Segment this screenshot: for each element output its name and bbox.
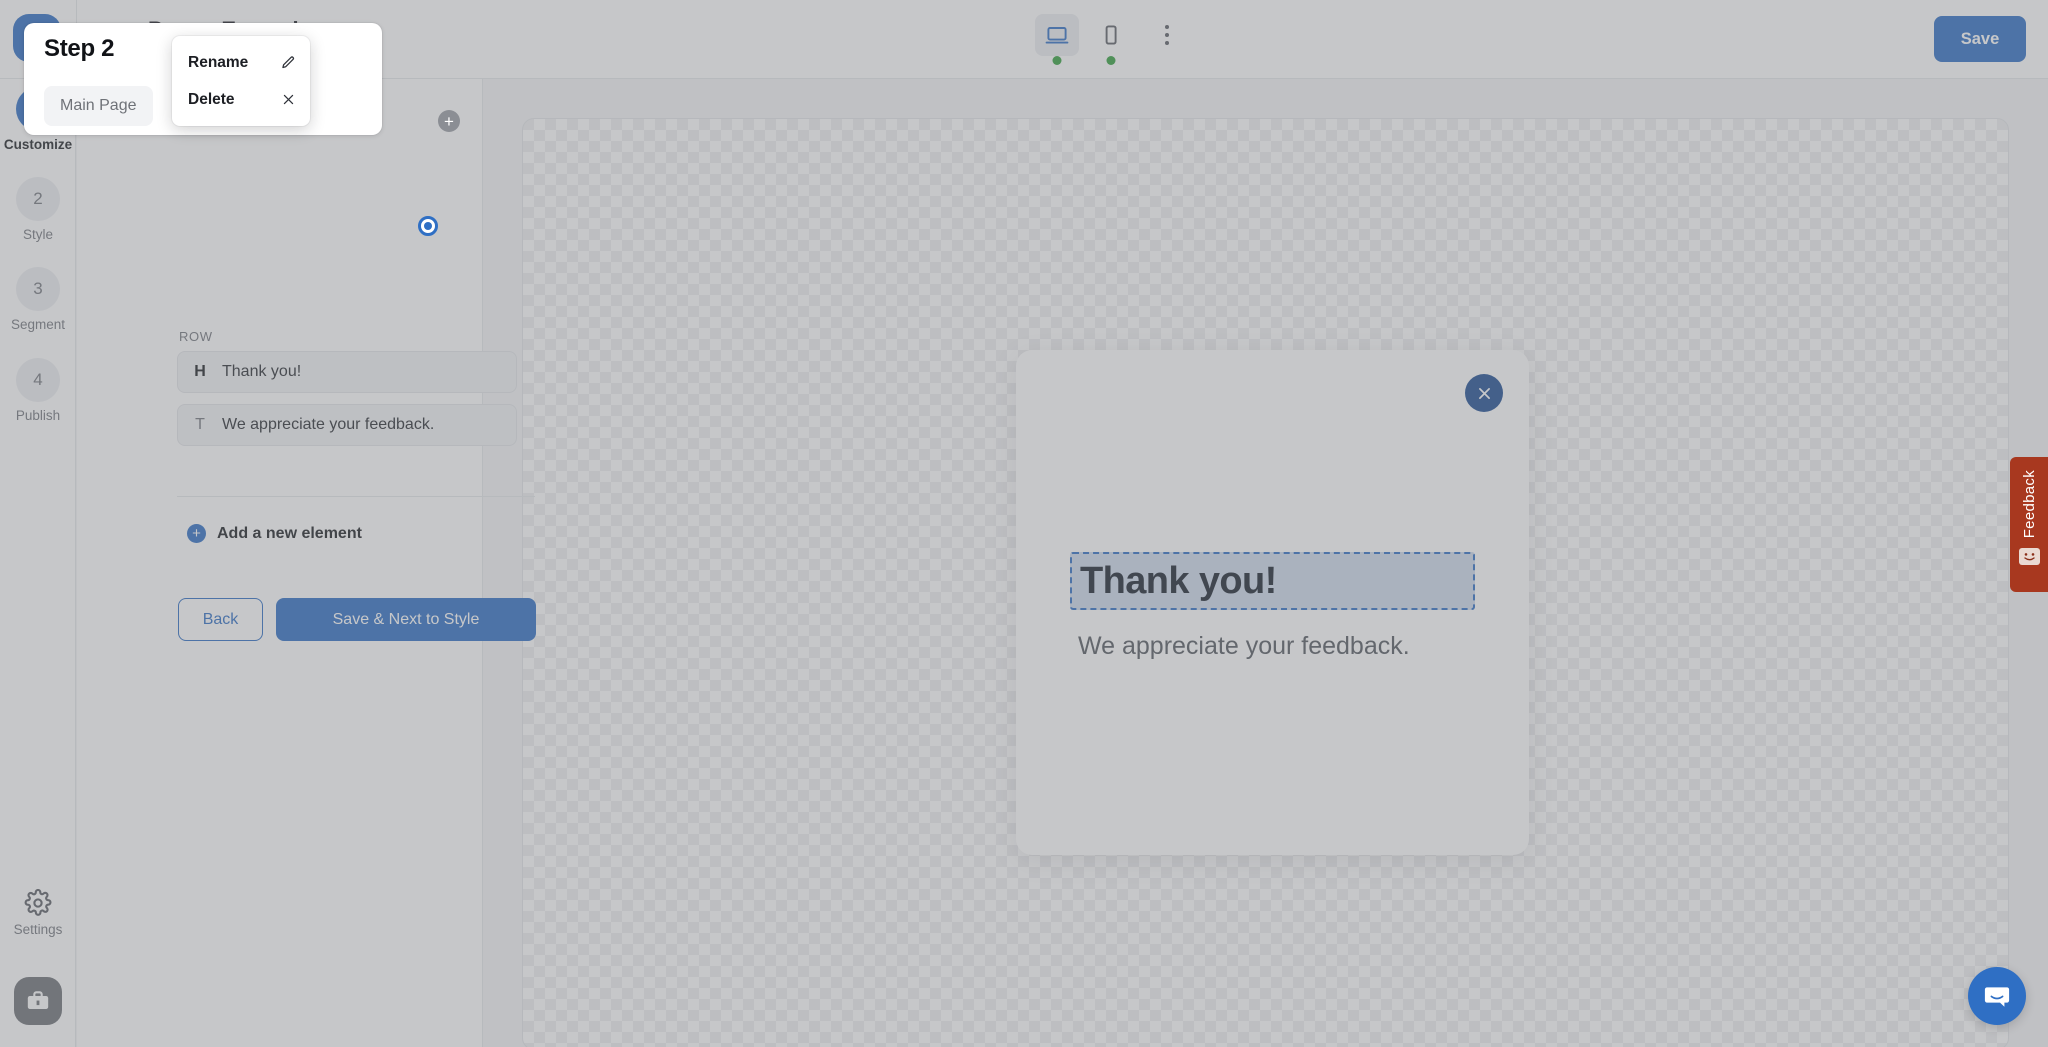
topbar-more-menu-button[interactable] bbox=[1147, 14, 1187, 56]
element-row-text[interactable]: T We appreciate your feedback. bbox=[177, 404, 517, 446]
popup-subtext-element[interactable]: We appreciate your feedback. bbox=[1078, 632, 1410, 661]
element-label: Thank you! bbox=[222, 363, 301, 381]
rail-step-number: 4 bbox=[16, 358, 60, 402]
element-label: We appreciate your feedback. bbox=[222, 416, 434, 434]
rail-step-style[interactable]: 2 Style bbox=[0, 177, 76, 242]
element-row-heading[interactable]: H Thank you! bbox=[177, 351, 517, 393]
device-desktop-button[interactable] bbox=[1035, 14, 1079, 56]
desktop-status-dot bbox=[1053, 56, 1062, 65]
pencil-icon bbox=[280, 55, 296, 71]
back-button[interactable]: Back bbox=[178, 598, 263, 641]
page-chip[interactable]: Main Page bbox=[44, 86, 153, 126]
feedback-tab[interactable]: Feedback bbox=[2010, 457, 2048, 592]
popup-close-button[interactable] bbox=[1465, 374, 1503, 412]
rail-step-number: 2 bbox=[16, 177, 60, 221]
add-step-button[interactable]: + bbox=[438, 110, 460, 132]
add-new-element-button[interactable]: + Add a new element bbox=[187, 524, 362, 543]
smiley-face-icon bbox=[2019, 548, 2040, 565]
close-x-icon bbox=[281, 92, 296, 107]
popup-heading-text: Thank you! bbox=[1080, 560, 1277, 603]
chat-launcher-button[interactable] bbox=[1968, 967, 2026, 1025]
menu-item-delete[interactable]: Delete bbox=[172, 81, 310, 118]
preview-canvas: Thank you! We appreciate your feedback. bbox=[483, 79, 2048, 1047]
canvas-frame: Thank you! We appreciate your feedback. bbox=[522, 118, 2009, 1047]
radio-selected-icon[interactable] bbox=[418, 216, 438, 236]
gear-icon bbox=[24, 889, 52, 917]
step-context-menu: Rename Delete bbox=[172, 36, 310, 126]
step-rail: 1 Customize 2 Style 3 Segment 4 Publish … bbox=[0, 79, 76, 1047]
step-title: Step 2 bbox=[44, 35, 114, 63]
rail-step-number: 3 bbox=[16, 267, 60, 311]
chat-bubble-icon bbox=[1982, 981, 2012, 1011]
rail-step-label: Segment bbox=[11, 317, 65, 332]
feedback-label: Feedback bbox=[2021, 470, 2038, 538]
popup-heading-element[interactable]: Thank you! bbox=[1070, 552, 1475, 610]
briefcase-button[interactable] bbox=[14, 977, 62, 1025]
mobile-status-dot bbox=[1107, 56, 1116, 65]
menu-item-label: Rename bbox=[188, 54, 248, 72]
rail-step-label: Style bbox=[23, 227, 53, 242]
desktop-icon bbox=[1045, 23, 1069, 47]
briefcase-icon bbox=[25, 988, 51, 1014]
add-new-element-label: Add a new element bbox=[217, 525, 362, 543]
kebab-menu-icon bbox=[1165, 41, 1169, 45]
rail-step-label: Publish bbox=[16, 408, 60, 423]
sidebar-divider bbox=[177, 496, 535, 497]
element-type-icon: H bbox=[178, 363, 222, 381]
row-section-label: ROW bbox=[179, 329, 213, 344]
element-type-icon: T bbox=[178, 416, 222, 434]
menu-item-label: Delete bbox=[188, 91, 235, 109]
plus-circle-icon: + bbox=[187, 524, 206, 543]
kebab-menu-icon bbox=[1165, 25, 1169, 29]
rail-step-segment[interactable]: 3 Segment bbox=[0, 267, 76, 332]
settings-button[interactable]: Settings bbox=[0, 889, 76, 937]
save-and-next-button[interactable]: Save & Next to Style bbox=[276, 598, 536, 641]
rail-step-publish[interactable]: 4 Publish bbox=[0, 358, 76, 423]
rail-step-label: Customize bbox=[4, 137, 72, 152]
kebab-menu-icon bbox=[1165, 33, 1169, 37]
device-mobile-button[interactable] bbox=[1089, 14, 1133, 56]
mobile-icon bbox=[1099, 23, 1123, 47]
settings-label: Settings bbox=[14, 922, 63, 937]
save-button[interactable]: Save bbox=[1934, 16, 2026, 62]
app-root: Popup Example demopopupsmart.netlify.app bbox=[0, 0, 2048, 1047]
popup-preview: Thank you! We appreciate your feedback. bbox=[1016, 350, 1529, 855]
menu-item-rename[interactable]: Rename bbox=[172, 44, 310, 81]
device-switcher bbox=[1035, 14, 1187, 56]
close-x-icon bbox=[1476, 385, 1493, 402]
